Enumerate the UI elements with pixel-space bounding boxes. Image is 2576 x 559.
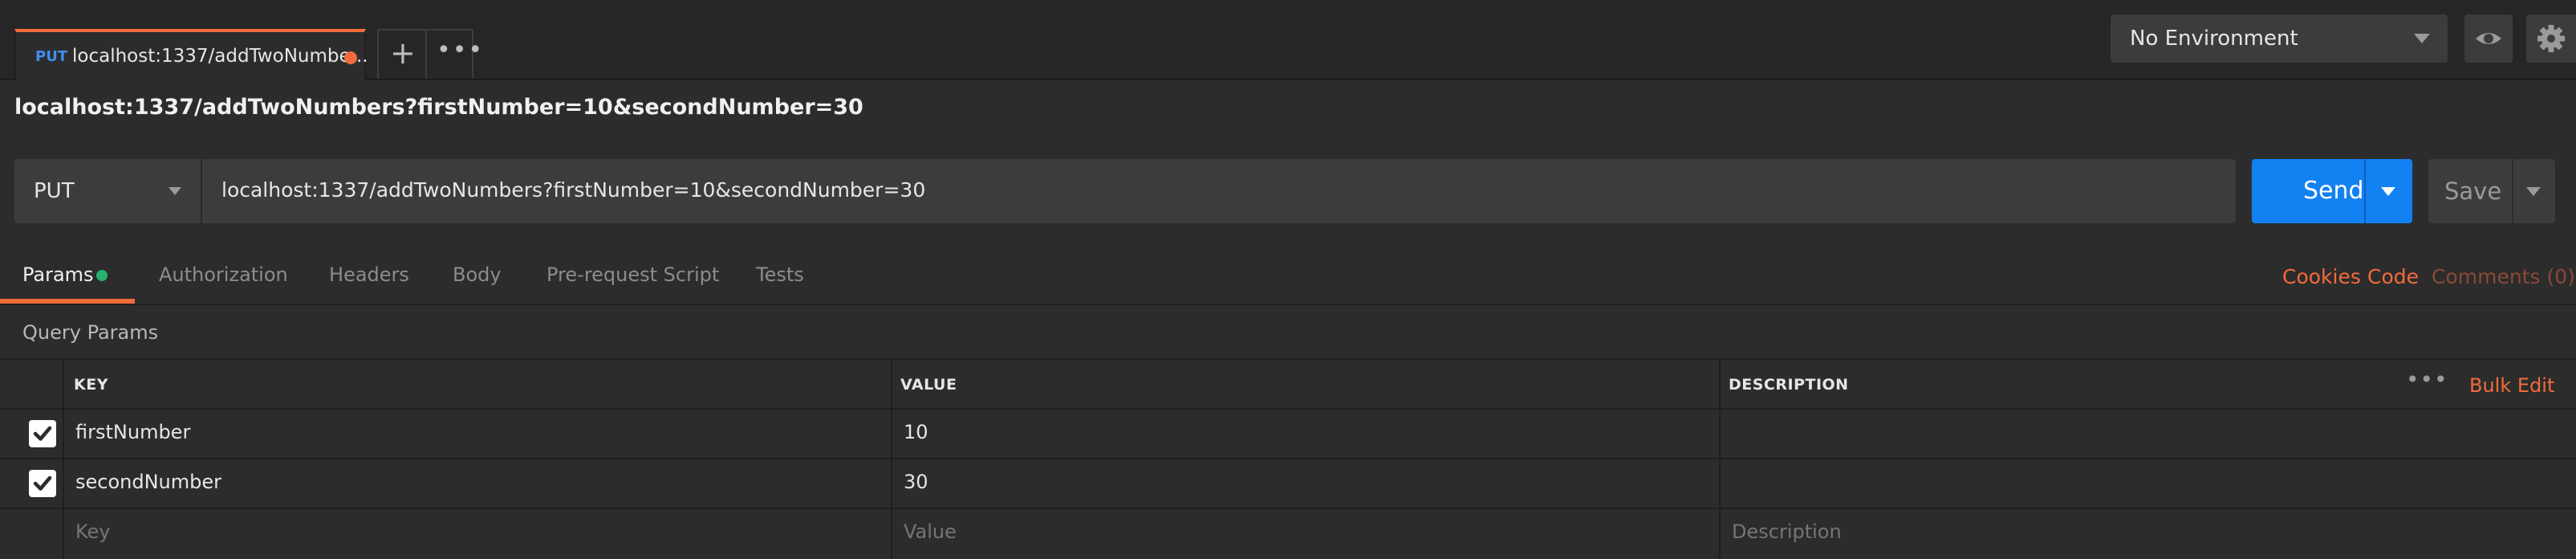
column-header-description: DESCRIPTION <box>1729 376 1849 394</box>
request-name[interactable]: localhost:1337/addTwoNumbers?firstNumber… <box>14 95 863 120</box>
url-input-value: localhost:1337/addTwoNumbers?firstNumber… <box>221 178 926 202</box>
environment-select-label: No Environment <box>2130 27 2298 51</box>
column-header-value: VALUE <box>900 376 957 394</box>
tab-title: localhost:1337/addTwoNumbe... <box>72 46 368 67</box>
params-status-dot <box>96 270 108 281</box>
tab-body[interactable]: Body <box>453 263 502 286</box>
tab-pre-request-script[interactable]: Pre-request Script <box>546 263 719 286</box>
method-select-label: PUT <box>34 179 75 203</box>
chevron-down-icon <box>169 187 181 195</box>
row-enabled-checkbox[interactable] <box>29 420 56 447</box>
request-section-tabs: Params Authorization Headers Body Pre-re… <box>0 241 2576 305</box>
method-select[interactable]: PUT <box>14 159 201 223</box>
cookies-link[interactable]: Cookies <box>2282 265 2361 288</box>
send-button-label: Send <box>2303 177 2364 205</box>
tab-params[interactable]: Params <box>22 263 94 286</box>
code-link[interactable]: Code <box>2367 265 2419 288</box>
bulk-edit-link[interactable]: Bulk Edit <box>2469 374 2554 397</box>
chevron-down-icon[interactable] <box>2526 187 2541 196</box>
chevron-down-icon[interactable] <box>2381 187 2395 196</box>
divider <box>425 31 427 79</box>
param-key[interactable]: firstNumber <box>75 421 190 443</box>
tab-actions: + ••• <box>377 29 482 79</box>
param-value[interactable]: 10 <box>904 421 928 443</box>
tab-tests[interactable]: Tests <box>756 263 804 286</box>
plus-icon[interactable]: + <box>390 37 416 69</box>
key-input[interactable]: Key <box>75 520 111 543</box>
value-input[interactable]: Value <box>904 520 957 543</box>
settings-button[interactable] <box>2526 14 2576 63</box>
checkmark-icon <box>33 475 52 491</box>
active-tab-indicator <box>0 299 135 304</box>
eye-icon <box>2476 33 2501 44</box>
tab-headers[interactable]: Headers <box>329 263 409 286</box>
comments-link[interactable]: Comments (0) <box>2432 265 2575 288</box>
param-key[interactable]: secondNumber <box>75 471 221 493</box>
table-row <box>0 459 2576 508</box>
query-params-label: Query Params <box>22 321 159 344</box>
tab-authorization[interactable]: Authorization <box>159 263 288 286</box>
environment-quick-look-button[interactable] <box>2464 14 2513 63</box>
checkmark-icon <box>33 426 52 441</box>
divider <box>2512 159 2513 223</box>
environment-select[interactable]: No Environment <box>2111 14 2448 63</box>
request-tab[interactable]: PUT localhost:1337/addTwoNumbe... <box>14 29 368 80</box>
row-enabled-checkbox[interactable] <box>29 470 56 497</box>
tab-method-label: PUT <box>35 48 68 65</box>
unsaved-changes-dot <box>344 51 357 64</box>
save-button-label: Save <box>2444 177 2502 205</box>
ellipsis-icon[interactable]: ••• <box>437 39 484 63</box>
table-row <box>0 410 2576 458</box>
column-header-key: KEY <box>74 376 108 394</box>
ellipsis-icon[interactable]: ••• <box>2406 366 2448 393</box>
send-button[interactable]: Send <box>2252 159 2412 223</box>
chevron-down-icon <box>2414 34 2430 43</box>
param-value[interactable]: 30 <box>904 471 928 493</box>
divider <box>0 358 2576 360</box>
url-input[interactable]: localhost:1337/addTwoNumbers?firstNumber… <box>201 159 2236 223</box>
save-button[interactable]: Save <box>2428 159 2555 223</box>
table-row <box>0 509 2576 559</box>
gear-icon <box>2537 25 2565 52</box>
description-input[interactable]: Description <box>1732 520 1842 543</box>
divider <box>2364 159 2366 223</box>
